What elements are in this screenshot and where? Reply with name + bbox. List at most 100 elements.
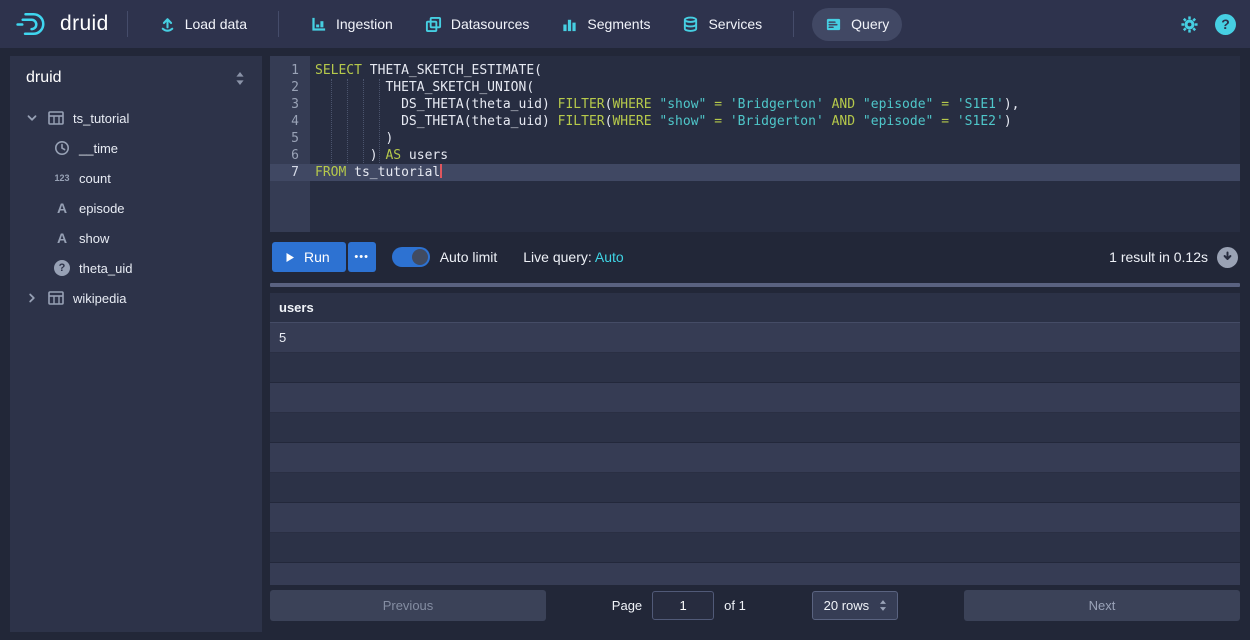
text-cursor: [440, 164, 442, 178]
code-lines: 1SELECT THETA_SKETCH_ESTIMATE(2 THETA_SK…: [270, 56, 1240, 181]
run-status: 1 result in 0.12s: [1109, 247, 1238, 268]
settings-gear-icon[interactable]: [1180, 15, 1199, 34]
play-icon: [285, 252, 295, 263]
tree-item-__time[interactable]: __time: [10, 133, 262, 163]
page-controls: Page of 1: [612, 591, 746, 620]
sql-editor[interactable]: 1SELECT THETA_SKETCH_ESTIMATE(2 THETA_SK…: [270, 56, 1240, 232]
toggle-knob: [412, 249, 428, 265]
line-number: 4: [270, 113, 310, 130]
page-of-label: of 1: [724, 598, 746, 613]
line-number: 7: [270, 164, 310, 181]
table-row-empty: [270, 473, 1240, 503]
rows-select-caret-icon: [878, 599, 888, 612]
tree-item-label: wikipedia: [73, 291, 126, 306]
nav-divider: [278, 11, 279, 37]
tree-item-label: ts_tutorial: [73, 111, 129, 126]
table-row-empty: [270, 503, 1240, 533]
tree-item-label: __time: [79, 141, 118, 156]
code-text: DS_THETA(theta_uid) FILTER(WHERE "show" …: [310, 96, 1019, 113]
line-number: 3: [270, 96, 310, 113]
page-number-input[interactable]: [652, 591, 714, 620]
nav-item-segments[interactable]: Segments: [548, 8, 663, 41]
nav-item-services[interactable]: Services: [669, 8, 775, 41]
code-text: FROM ts_tutorial: [310, 164, 442, 181]
download-icon[interactable]: [1217, 247, 1238, 268]
code-line-2: 2 THETA_SKETCH_UNION(: [270, 79, 1240, 96]
time-icon: [52, 140, 72, 156]
druid-brand[interactable]: druid: [14, 10, 109, 38]
code-text: ): [310, 130, 393, 147]
nav-item-datasources[interactable]: Datasources: [412, 8, 543, 41]
segments-icon: [561, 16, 578, 33]
nav-item-ingestion[interactable]: Ingestion: [297, 8, 406, 41]
table-row-empty: [270, 413, 1240, 443]
pagination-bar: Previous Page of 1 20 rows Next: [270, 589, 1240, 621]
ellipsis-icon: •••: [354, 251, 369, 263]
chevron-right-icon[interactable]: [24, 292, 40, 304]
run-button-label: Run: [304, 249, 330, 265]
code-line-7: 7FROM ts_tutorial: [270, 164, 1240, 181]
run-bar: Run ••• Auto limit Live query: Auto 1 re…: [270, 232, 1240, 282]
results-table: users 5: [270, 293, 1240, 585]
auto-limit-toggle[interactable]: [392, 247, 430, 267]
schema-sidebar: druid ts_tutorial__time123countAepisodeA…: [10, 56, 262, 632]
table-row-empty: [270, 383, 1240, 413]
line-number: 1: [270, 62, 310, 79]
schema-title: druid: [26, 69, 62, 87]
sort-icon[interactable]: [234, 71, 246, 86]
panel-resizer-handle[interactable]: [270, 283, 1240, 287]
string-icon: A: [52, 230, 72, 246]
code-text: DS_THETA(theta_uid) FILTER(WHERE "show" …: [310, 113, 1012, 130]
table-cell[interactable]: 5: [270, 330, 286, 345]
tree-item-label: episode: [79, 201, 125, 216]
code-text: SELECT THETA_SKETCH_ESTIMATE(: [310, 62, 542, 79]
unknown-icon: ?: [52, 260, 72, 276]
load-data-icon: [159, 16, 176, 33]
table-icon: [46, 111, 66, 125]
sidebar-header: druid: [10, 56, 262, 99]
datasources-icon: [425, 16, 442, 33]
tree-item-show[interactable]: Ashow: [10, 223, 262, 253]
ingestion-icon: [310, 16, 327, 33]
live-query-value-link[interactable]: Auto: [595, 249, 624, 265]
tree-item-theta_uid[interactable]: ?theta_uid: [10, 253, 262, 283]
table-row-empty: [270, 533, 1240, 563]
tree-item-label: count: [79, 171, 111, 186]
line-number: 5: [270, 130, 310, 147]
query-workbench: 1SELECT THETA_SKETCH_ESTIMATE(2 THETA_SK…: [270, 56, 1240, 632]
rows-per-page-select[interactable]: 20 rows: [812, 591, 899, 620]
next-page-button[interactable]: Next: [964, 590, 1240, 621]
table-row-empty: [270, 353, 1240, 383]
previous-page-button[interactable]: Previous: [270, 590, 546, 621]
rows-per-page-value: 20 rows: [824, 598, 870, 613]
tree-item-episode[interactable]: Aepisode: [10, 193, 262, 223]
tree-item-wikipedia[interactable]: wikipedia: [10, 283, 262, 313]
table-row: 5: [270, 323, 1240, 353]
nav-item-query[interactable]: Query: [812, 8, 902, 41]
string-icon: A: [52, 200, 72, 216]
code-line-5: 5 ): [270, 130, 1240, 147]
code-line-6: 6 ) AS users: [270, 147, 1240, 164]
chevron-down-icon[interactable]: [24, 112, 40, 124]
tree-item-label: show: [79, 231, 109, 246]
brand-name: druid: [60, 12, 109, 36]
tree-item-ts_tutorial[interactable]: ts_tutorial: [10, 103, 262, 133]
nav-item-load-data[interactable]: Load data: [146, 8, 260, 41]
line-number: 6: [270, 147, 310, 164]
result-status-text: 1 result in 0.12s: [1109, 249, 1208, 265]
tree-item-count[interactable]: 123 count: [10, 163, 262, 193]
datasource-tree: ts_tutorial__time123countAepisodeAshow?t…: [10, 99, 262, 313]
nav-item-label: Ingestion: [336, 16, 393, 32]
nav-item-label: Load data: [185, 16, 247, 32]
run-more-button[interactable]: •••: [348, 242, 376, 272]
run-button[interactable]: Run: [272, 242, 346, 272]
code-line-4: 4 DS_THETA(theta_uid) FILTER(WHERE "show…: [270, 113, 1240, 130]
number-icon: 123: [52, 173, 72, 183]
column-header-users[interactable]: users: [270, 300, 314, 315]
page-label: Page: [612, 598, 642, 613]
nav-item-label: Services: [708, 16, 762, 32]
nav-item-label: Datasources: [451, 16, 530, 32]
nav-item-label: Query: [851, 16, 889, 32]
nav-divider: [127, 11, 128, 37]
help-icon[interactable]: ?: [1215, 14, 1236, 35]
